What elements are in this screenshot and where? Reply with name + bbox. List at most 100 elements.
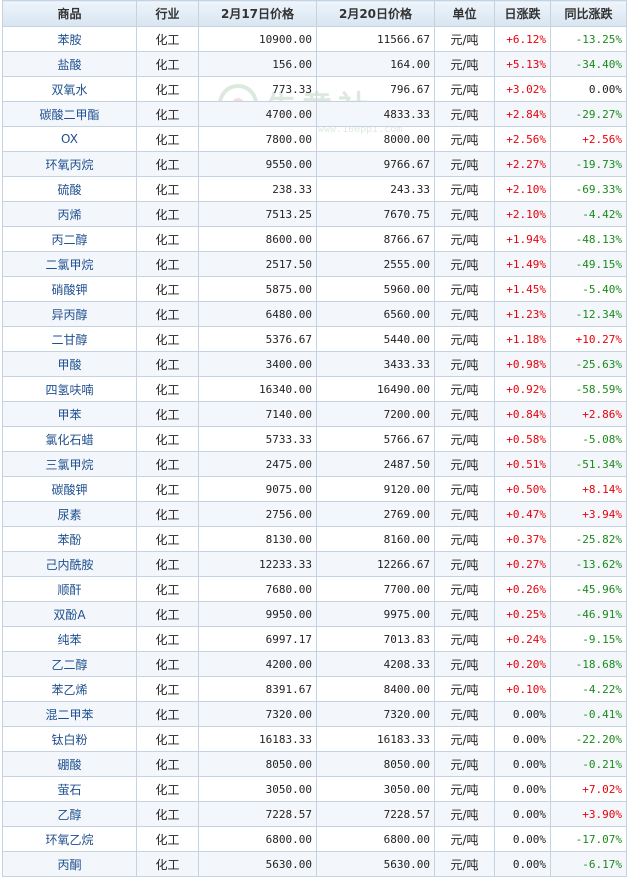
yoy-change-cell: -12.34% bbox=[550, 301, 627, 327]
product-name-link[interactable]: 二氯甲烷 bbox=[2, 251, 137, 277]
product-name-link[interactable]: 双氧水 bbox=[2, 76, 137, 102]
product-name-link[interactable]: 碳酸二甲酯 bbox=[2, 101, 137, 127]
price-feb20-cell: 7013.83 bbox=[316, 626, 435, 652]
price-feb20-cell: 8400.00 bbox=[316, 676, 435, 702]
price-feb17-cell: 7140.00 bbox=[198, 401, 317, 427]
product-name-link[interactable]: 丙酮 bbox=[2, 851, 137, 877]
price-feb20-cell: 3433.33 bbox=[316, 351, 435, 377]
product-name-link[interactable]: 碳酸钾 bbox=[2, 476, 137, 502]
product-name-link[interactable]: 萤石 bbox=[2, 776, 137, 802]
table-row: 氯化石蜡 化工 5733.33 5766.67 元/吨 +0.58% -5.08% bbox=[2, 426, 627, 452]
product-name-link[interactable]: 苯胺 bbox=[2, 26, 137, 52]
price-feb17-cell: 773.33 bbox=[198, 76, 317, 102]
daily-change-cell: +0.20% bbox=[494, 651, 551, 677]
product-name-link[interactable]: 丙二醇 bbox=[2, 226, 137, 252]
yoy-change-cell: -46.91% bbox=[550, 601, 627, 627]
unit-cell: 元/吨 bbox=[434, 601, 495, 627]
yoy-change-cell: -6.17% bbox=[550, 851, 627, 877]
product-name-link[interactable]: 钛白粉 bbox=[2, 726, 137, 752]
price-feb20-cell: 3050.00 bbox=[316, 776, 435, 802]
daily-change-cell: +0.25% bbox=[494, 601, 551, 627]
product-name-link[interactable]: 混二甲苯 bbox=[2, 701, 137, 727]
price-feb17-cell: 9075.00 bbox=[198, 476, 317, 502]
daily-change-cell: 0.00% bbox=[494, 751, 551, 777]
price-feb17-cell: 238.33 bbox=[198, 176, 317, 202]
price-table: 商品 行业 2月17日价格 2月20日价格 单位 日涨跌 同比涨跌 苯胺 化工 10… bbox=[2, 0, 627, 877]
column-header-daily-change[interactable]: 日涨跌 bbox=[494, 0, 551, 27]
yoy-change-cell: -34.40% bbox=[550, 51, 627, 77]
daily-change-cell: +1.45% bbox=[494, 276, 551, 302]
product-name-link[interactable]: 四氢呋喃 bbox=[2, 376, 137, 402]
yoy-change-cell: -19.73% bbox=[550, 151, 627, 177]
product-name-link[interactable]: 氯化石蜡 bbox=[2, 426, 137, 452]
product-name-link[interactable]: 环氧丙烷 bbox=[2, 151, 137, 177]
table-row: 碳酸钾 化工 9075.00 9120.00 元/吨 +0.50% +8.14% bbox=[2, 476, 627, 502]
product-name-link[interactable]: 丙烯 bbox=[2, 201, 137, 227]
table-row: 萤石 化工 3050.00 3050.00 元/吨 0.00% +7.02% bbox=[2, 776, 627, 802]
column-header-price-2[interactable]: 2月20日价格 bbox=[316, 0, 435, 27]
unit-cell: 元/吨 bbox=[434, 351, 495, 377]
product-name-link[interactable]: 纯苯 bbox=[2, 626, 137, 652]
unit-cell: 元/吨 bbox=[434, 151, 495, 177]
yoy-change-cell: -0.21% bbox=[550, 751, 627, 777]
column-header-unit[interactable]: 单位 bbox=[434, 0, 495, 27]
yoy-change-cell: +2.86% bbox=[550, 401, 627, 427]
product-name-link[interactable]: 甲酸 bbox=[2, 351, 137, 377]
table-row: 三氯甲烷 化工 2475.00 2487.50 元/吨 +0.51% -51.34% bbox=[2, 451, 627, 477]
unit-cell: 元/吨 bbox=[434, 501, 495, 527]
product-name-link[interactable]: 甲苯 bbox=[2, 401, 137, 427]
product-name-link[interactable]: 苯酚 bbox=[2, 526, 137, 552]
yoy-change-cell: -4.42% bbox=[550, 201, 627, 227]
column-header-yoy-change[interactable]: 同比涨跌 bbox=[550, 0, 627, 27]
table-row: 硼酸 化工 8050.00 8050.00 元/吨 0.00% -0.21% bbox=[2, 751, 627, 777]
price-feb20-cell: 6800.00 bbox=[316, 826, 435, 852]
price-feb17-cell: 7320.00 bbox=[198, 701, 317, 727]
price-feb20-cell: 7320.00 bbox=[316, 701, 435, 727]
industry-cell: 化工 bbox=[136, 676, 199, 702]
price-feb20-cell: 12266.67 bbox=[316, 551, 435, 577]
product-name-link[interactable]: 硫酸 bbox=[2, 176, 137, 202]
unit-cell: 元/吨 bbox=[434, 176, 495, 202]
product-name-link[interactable]: 异丙醇 bbox=[2, 301, 137, 327]
column-header-industry[interactable]: 行业 bbox=[136, 0, 199, 27]
column-header-name[interactable]: 商品 bbox=[2, 0, 137, 27]
price-feb20-cell: 2555.00 bbox=[316, 251, 435, 277]
daily-change-cell: +1.49% bbox=[494, 251, 551, 277]
price-feb20-cell: 9766.67 bbox=[316, 151, 435, 177]
yoy-change-cell: -22.20% bbox=[550, 726, 627, 752]
industry-cell: 化工 bbox=[136, 426, 199, 452]
table-row: 尿素 化工 2756.00 2769.00 元/吨 +0.47% +3.94% bbox=[2, 501, 627, 527]
table-row: OX 化工 7800.00 8000.00 元/吨 +2.56% +2.56% bbox=[2, 126, 627, 152]
page: 生意社 www.100ppi.com 商品 行业 2月17日价格 2月20日价格… bbox=[0, 0, 630, 877]
industry-cell: 化工 bbox=[136, 551, 199, 577]
industry-cell: 化工 bbox=[136, 401, 199, 427]
product-name-link[interactable]: 苯乙烯 bbox=[2, 676, 137, 702]
unit-cell: 元/吨 bbox=[434, 726, 495, 752]
product-name-link[interactable]: 二甘醇 bbox=[2, 326, 137, 352]
product-name-link[interactable]: 乙醇 bbox=[2, 801, 137, 827]
product-name-link[interactable]: OX bbox=[2, 126, 137, 152]
product-name-link[interactable]: 顺酐 bbox=[2, 576, 137, 602]
product-name-link[interactable]: 三氯甲烷 bbox=[2, 451, 137, 477]
product-name-link[interactable]: 盐酸 bbox=[2, 51, 137, 77]
product-name-link[interactable]: 硼酸 bbox=[2, 751, 137, 777]
price-feb17-cell: 5733.33 bbox=[198, 426, 317, 452]
price-feb17-cell: 8130.00 bbox=[198, 526, 317, 552]
product-name-link[interactable]: 己内酰胺 bbox=[2, 551, 137, 577]
yoy-change-cell: +3.90% bbox=[550, 801, 627, 827]
product-name-link[interactable]: 双酚A bbox=[2, 601, 137, 627]
unit-cell: 元/吨 bbox=[434, 676, 495, 702]
daily-change-cell: +1.18% bbox=[494, 326, 551, 352]
column-header-price-1[interactable]: 2月17日价格 bbox=[198, 0, 317, 27]
product-name-link[interactable]: 乙二醇 bbox=[2, 651, 137, 677]
product-name-link[interactable]: 硝酸钾 bbox=[2, 276, 137, 302]
price-feb17-cell: 5376.67 bbox=[198, 326, 317, 352]
industry-cell: 化工 bbox=[136, 526, 199, 552]
product-name-link[interactable]: 尿素 bbox=[2, 501, 137, 527]
unit-cell: 元/吨 bbox=[434, 776, 495, 802]
product-name-link[interactable]: 环氧乙烷 bbox=[2, 826, 137, 852]
yoy-change-cell: +10.27% bbox=[550, 326, 627, 352]
unit-cell: 元/吨 bbox=[434, 651, 495, 677]
daily-change-cell: +2.10% bbox=[494, 201, 551, 227]
industry-cell: 化工 bbox=[136, 251, 199, 277]
